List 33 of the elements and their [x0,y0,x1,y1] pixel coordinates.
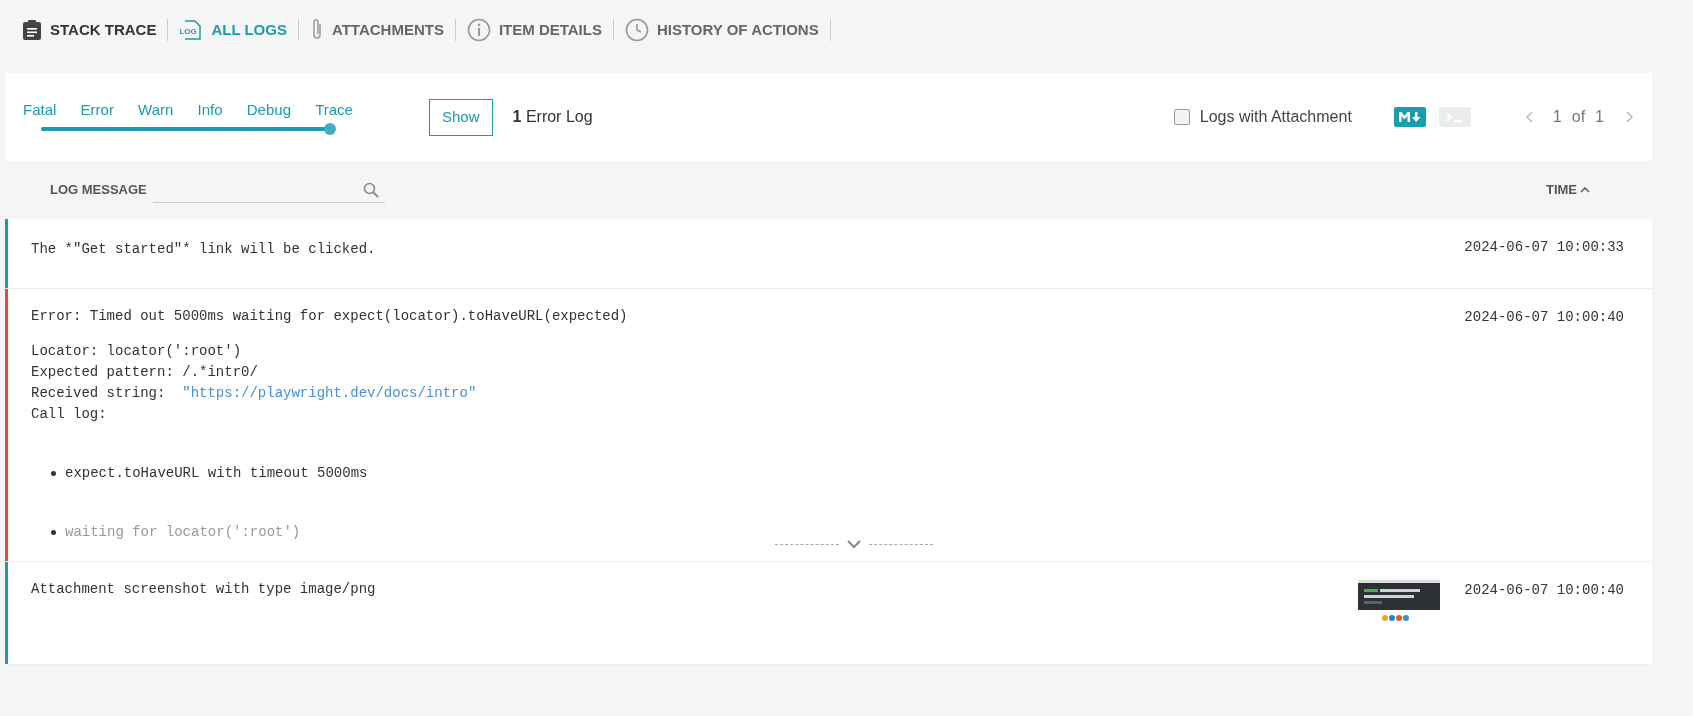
tab[interactable]: HISTORY OF ACTIONS [620,18,823,42]
log-line: Call log: [31,405,108,424]
tab[interactable]: ITEM DETAILS [462,18,606,42]
log-time: 2024-06-07 10:00:33 [1464,239,1624,255]
column-header[interactable]: LOG MESSAGE [50,180,147,200]
log-level-label[interactable]: Info [197,98,223,122]
show-button[interactable]: Show [429,98,493,136]
current-page: 1 [1552,107,1562,127]
tab[interactable]: STACK TRACE [18,18,161,42]
tab[interactable]: LOG ALL LOGS [175,18,291,42]
page-of: of [1571,107,1586,127]
url-link[interactable]: "https://playwright.dev/docs/intro" [182,385,477,401]
error-log-count: 1 Error Log [512,107,593,127]
checkbox-label: Logs with Attachment [1199,107,1352,127]
log-message: Error: Timed out 5000ms waiting for expect(locator).toHaveURL(expected) [31,307,629,326]
call-log-item: waiting for locator(':root') [65,522,1465,543]
call-log-item: expect.toHaveURL with timeout 5000ms [65,463,1465,484]
total-pages: 1 [1595,107,1604,127]
log-level-label[interactable]: Fatal [23,98,57,122]
log-message: The *"Get started"* link will be clicked. [31,241,376,257]
log-level-label[interactable]: Debug [246,98,291,122]
log-line: Locator: locator(':root') [31,342,243,361]
tab[interactable]: ATTACHMENTS [305,18,448,42]
log-level-label[interactable]: Trace [315,98,353,122]
log-time: 2024-06-07 10:00:40 [1464,309,1624,325]
log-line: Expected pattern: /.*intr0/ [31,363,259,382]
column-header[interactable]: TIME [1545,180,1577,200]
log-time: 2024-06-07 10:00:40 [1464,582,1624,598]
log-icon-label: LOG [179,27,197,36]
log-level-label[interactable]: Warn [138,98,174,122]
log-level-label[interactable]: Error [80,98,114,122]
log-line: Received string: "https://playwright.dev/docs/intro" [31,384,478,403]
log-message: Attachment screenshot with type image/png [31,580,376,599]
